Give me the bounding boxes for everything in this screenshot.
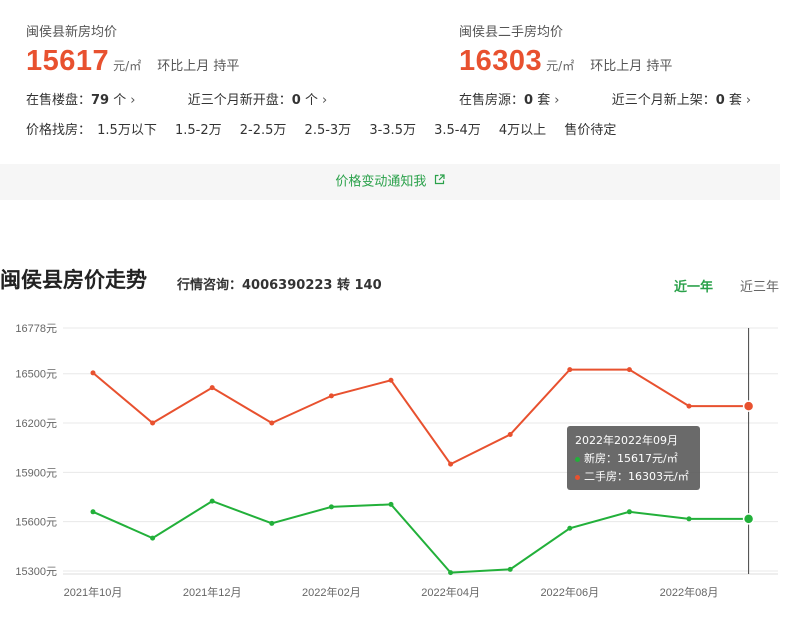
- data-point: [150, 420, 156, 426]
- second-hand-label: 闽侯县二手房均价: [459, 25, 564, 40]
- trend-title: 闽侯县房价走势: [0, 268, 147, 292]
- notify-label: 价格变动通知我: [335, 174, 427, 190]
- chevron-right-icon: ›: [554, 93, 560, 108]
- listings-link[interactable]: 在售房源：0 套 ›: [459, 89, 559, 108]
- data-point: [507, 566, 513, 572]
- on-sale-projects-link[interactable]: 在售楼盘：79 个 ›: [26, 89, 135, 108]
- price-filter-option[interactable]: 3-3.5万: [369, 123, 416, 138]
- series-line-new-house: [92, 500, 749, 574]
- second-hand-unit: 元/㎡: [546, 59, 575, 73]
- new-house-block: 闽侯县新房均价 15617 元/㎡ 环比上月 持平: [26, 24, 239, 79]
- x-tick-label: 2022年02月: [302, 585, 361, 599]
- listings-unit: 套: [537, 93, 551, 108]
- new-house-price: 15617: [26, 45, 110, 77]
- new-house-dot-icon: [575, 456, 580, 462]
- new-house-stats: 在售楼盘：79 个 › 近三个月新开盘：0 个 ›: [26, 89, 327, 108]
- new-house-label: 闽侯县新房均价: [26, 25, 118, 40]
- y-tick-label: 16200元: [15, 418, 57, 430]
- second-hand-dot-icon: [575, 474, 580, 480]
- x-tick-label: 2021年10月: [64, 585, 123, 599]
- new-openings-label: 近三个月新开盘：: [187, 93, 292, 108]
- second-hand-stats: 在售房源：0 套 › 近三个月新上架：0 套 ›: [459, 89, 751, 108]
- x-tick-label: 2021年12月: [183, 585, 242, 599]
- price-summary-card: 闽侯县新房均价 15617 元/㎡ 环比上月 持平 闽侯县二手房均价 16303 元/…: [0, 0, 780, 164]
- second-hand-block: 闽侯县二手房均价 16303 元/㎡ 环比上月 持平: [459, 24, 672, 79]
- data-point: [150, 535, 156, 541]
- new-listings-count: 0: [715, 93, 725, 108]
- data-point: [328, 393, 334, 399]
- price-filter-option[interactable]: 2-2.5万: [240, 123, 287, 138]
- tab-three-years[interactable]: 近三年: [740, 276, 779, 295]
- data-point: [269, 520, 275, 526]
- new-openings-count: 0: [291, 93, 301, 108]
- data-point: [507, 432, 513, 438]
- tab-one-year[interactable]: 近一年: [674, 276, 713, 295]
- data-point: [686, 516, 692, 522]
- data-point: [90, 370, 96, 376]
- x-tick-label: 2022年06月: [540, 585, 599, 599]
- new-house-change: 环比上月 持平: [157, 59, 240, 74]
- price-filter-option[interactable]: 1.5万以下: [97, 123, 157, 138]
- tooltip-title: 2022年2022年09月: [575, 434, 678, 447]
- data-point: [626, 509, 632, 515]
- second-hand-change: 环比上月 持平: [590, 59, 673, 74]
- data-point: [686, 403, 692, 409]
- data-point: [567, 367, 573, 373]
- price-filter-option[interactable]: 3.5-4万: [434, 123, 481, 138]
- on-sale-projects-unit: 个: [113, 93, 127, 108]
- tooltip-second: 二手房：16303元/㎡: [584, 470, 689, 483]
- x-tick-label: 2022年04月: [421, 585, 480, 599]
- price-filter-option[interactable]: 2.5-3万: [305, 123, 352, 138]
- new-house-unit: 元/㎡: [113, 59, 142, 73]
- data-point: [90, 509, 96, 515]
- price-filter-label: 价格找房：: [26, 123, 92, 138]
- data-point: [567, 525, 573, 531]
- data-point: [388, 377, 394, 383]
- chart-tooltip: 2022年2022年09月 新房：15617元/㎡ 二手房：16303元/㎡: [567, 426, 700, 490]
- price-filter-option[interactable]: 1.5-2万: [175, 123, 222, 138]
- y-tick-label: 15900元: [15, 467, 57, 479]
- new-listings-label: 近三个月新上架：: [611, 93, 716, 108]
- data-point: [742, 400, 755, 412]
- price-filter-option[interactable]: 4万以上: [499, 123, 546, 138]
- data-point: [209, 498, 215, 504]
- data-point: [626, 367, 632, 373]
- x-tick-label: 2022年08月: [660, 585, 719, 599]
- price-filter: 价格找房： 1.5万以下 1.5-2万 2-2.5万 2.5-3万 3-3.5万…: [26, 119, 630, 138]
- price-filter-option[interactable]: 售价待定: [564, 123, 616, 138]
- y-tick-label: 15600元: [15, 517, 57, 529]
- listings-count: 0: [524, 93, 534, 108]
- new-openings-link[interactable]: 近三个月新开盘：0 个 ›: [188, 89, 327, 108]
- chevron-right-icon: ›: [130, 93, 136, 108]
- new-openings-unit: 个: [304, 93, 318, 108]
- price-change-notify-button[interactable]: 价格变动通知我: [0, 164, 780, 200]
- external-link-icon: [434, 164, 445, 200]
- y-tick-label: 16778元: [15, 323, 57, 335]
- data-point: [742, 513, 755, 525]
- chevron-right-icon: ›: [745, 93, 752, 108]
- second-hand-price: 16303: [459, 45, 543, 77]
- chevron-right-icon: ›: [321, 93, 328, 108]
- hotline: 行情咨询：4006390223 转 140: [177, 278, 382, 293]
- tooltip-new: 新房：15617元/㎡: [584, 452, 678, 465]
- y-tick-label: 16500元: [15, 369, 57, 381]
- y-tick-label: 15300元: [15, 566, 57, 578]
- new-listings-unit: 套: [728, 93, 742, 108]
- listings-label: 在售房源：: [459, 93, 525, 108]
- data-point: [269, 420, 275, 426]
- data-point: [328, 504, 334, 510]
- on-sale-projects-label: 在售楼盘：: [26, 93, 92, 108]
- data-point: [448, 570, 454, 576]
- data-point: [388, 501, 394, 507]
- data-point: [448, 461, 454, 467]
- on-sale-projects-count: 79: [91, 93, 110, 108]
- new-listings-link[interactable]: 近三个月新上架：0 套 ›: [612, 89, 751, 108]
- data-point: [209, 385, 215, 391]
